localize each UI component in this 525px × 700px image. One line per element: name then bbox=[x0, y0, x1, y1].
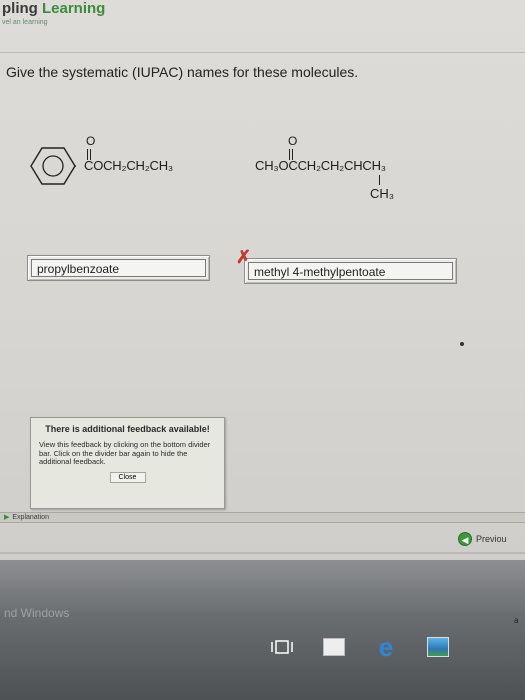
benzene-ring-icon bbox=[30, 147, 76, 185]
incorrect-x-icon: ✗ bbox=[236, 247, 252, 267]
brand-header: pling Learning vel an learning bbox=[2, 0, 105, 26]
edge-browser-icon[interactable]: e bbox=[374, 634, 398, 660]
carbonyl-oxygen: O bbox=[86, 134, 96, 148]
feedback-divider-bar[interactable]: ▶ Explanation bbox=[0, 512, 525, 523]
arrow-left-icon: ◀ bbox=[458, 532, 472, 546]
triangle-right-icon: ▶ bbox=[4, 514, 10, 521]
brand-tagline: vel an learning bbox=[2, 19, 48, 26]
molecule-1: O COCH₂CH₂CH₃ bbox=[30, 134, 220, 194]
store-icon[interactable] bbox=[322, 635, 346, 659]
taskbar: e bbox=[270, 634, 450, 660]
answer-input-1[interactable]: propylbenzoate bbox=[31, 259, 206, 277]
carbonyl-oxygen: O bbox=[288, 134, 298, 148]
header-divider bbox=[0, 52, 525, 53]
explanation-toggle[interactable]: ▶ Explanation bbox=[4, 513, 49, 522]
feedback-body: View this feedback by clicking on the bo… bbox=[39, 440, 211, 466]
feedback-popup: There is additional feedback available! … bbox=[30, 417, 225, 509]
desktop-area: nd Windows a e bbox=[0, 560, 525, 700]
close-button[interactable]: Close bbox=[109, 471, 146, 483]
molecule-2-chain: CH₃OCCH₂CH₂CHCH₃ bbox=[255, 158, 386, 173]
branch-bond bbox=[379, 175, 380, 185]
activate-windows-watermark: nd Windows bbox=[4, 606, 70, 620]
answer-box-2: methyl 4-methylpentoate bbox=[244, 258, 457, 284]
answer-box-1: propylbenzoate bbox=[27, 255, 210, 281]
brand-logo: pling Learning bbox=[2, 0, 106, 17]
stray-dot bbox=[460, 342, 464, 346]
footer-divider bbox=[0, 552, 525, 554]
task-view-icon[interactable] bbox=[270, 635, 294, 659]
molecule-1-chain: COCH₂CH₂CH₃ bbox=[84, 158, 174, 173]
feedback-title: There is additional feedback available! bbox=[45, 424, 210, 434]
photos-icon[interactable] bbox=[426, 635, 450, 659]
page-area: pling Learning vel an learning Give the … bbox=[0, 0, 525, 560]
answer-input-2[interactable]: methyl 4-methylpentoate bbox=[248, 262, 453, 280]
nav-bar: ◀ Previou bbox=[0, 530, 525, 550]
methyl-branch: CH₃ bbox=[370, 186, 395, 201]
previous-button[interactable]: ◀ Previou bbox=[458, 531, 525, 547]
side-mark: a bbox=[514, 616, 519, 625]
question-text: Give the systematic (IUPAC) names for th… bbox=[6, 64, 359, 80]
molecule-2: O CH₃OCCH₂CH₂CHCH₃ CH₃ bbox=[255, 134, 445, 214]
